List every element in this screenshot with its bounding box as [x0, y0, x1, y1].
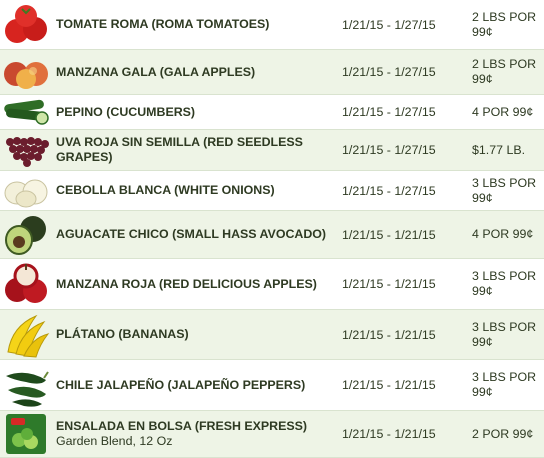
list-item: PLÁTANO (BANANAS) 1/21/15 - 1/21/15 3 LB…	[0, 310, 544, 360]
sale-dates: 1/21/15 - 1/27/15	[342, 183, 436, 198]
product-description: Garden Blend, 12 Oz	[56, 434, 173, 448]
onion-icon	[0, 171, 52, 210]
sale-price: 3 LBS POR 99¢	[472, 175, 537, 205]
banana-icon	[0, 310, 52, 359]
product-name: PEPINO (CUCUMBERS)	[56, 104, 196, 119]
sale-price: $1.77 LB.	[472, 142, 526, 157]
sale-price: 2 POR 99¢	[472, 426, 534, 441]
sale-price: 4 POR 99¢	[472, 227, 534, 241]
sale-price: 3 LBS POR 99¢	[472, 370, 537, 399]
jalapeno-icon	[0, 360, 52, 410]
product-name: TOMATE ROMA (ROMA TOMATOES)	[56, 17, 270, 31]
sale-price: 3 LBS POR 99¢	[472, 269, 537, 298]
list-item: CEBOLLA BLANCA (WHITE ONIONS) 1/21/15 - …	[0, 171, 544, 211]
product-name: CHILE JALAPEÑO (JALAPEÑO PEPPERS)	[56, 377, 306, 392]
tomato-icon	[0, 0, 52, 49]
grapes-icon	[0, 130, 52, 170]
list-item: MANZANA GALA (GALA APPLES) 1/21/15 - 1/2…	[0, 50, 544, 95]
sale-dates: 1/21/15 - 1/21/15	[342, 227, 436, 242]
product-name: PLÁTANO (BANANAS)	[56, 327, 189, 341]
sale-dates: 1/21/15 - 1/27/15	[342, 65, 436, 79]
product-title: ENSALADA EN BOLSA (FRESH EXPRESS)	[56, 419, 308, 433]
sale-dates: 1/21/15 - 1/21/15	[342, 327, 436, 342]
list-item: ENSALADA EN BOLSA (FRESH EXPRESS) Garden…	[0, 411, 544, 458]
sale-dates: 1/21/15 - 1/27/15	[342, 17, 436, 32]
sale-dates: 1/21/15 - 1/21/15	[342, 277, 436, 291]
sale-dates: 1/21/15 - 1/27/15	[342, 105, 436, 119]
sale-price: 2 LBS POR 99¢	[472, 57, 537, 86]
avocado-icon	[0, 211, 52, 258]
product-name: AGUACATE CHICO (SMALL HASS AVOCADO)	[56, 227, 327, 241]
sale-dates: 1/21/15 - 1/21/15	[342, 378, 436, 392]
salad-bag-icon	[0, 411, 52, 457]
sale-dates: 1/21/15 - 1/21/15	[342, 427, 436, 441]
list-item: UVA ROJA SIN SEMILLA (RED SEEDLESS GRAPE…	[0, 130, 544, 171]
product-name: UVA ROJA SIN SEMILLA (RED SEEDLESS GRAPE…	[56, 135, 303, 164]
list-item: MANZANA ROJA (RED DELICIOUS APPLES) 1/21…	[0, 259, 544, 310]
list-item: AGUACATE CHICO (SMALL HASS AVOCADO) 1/21…	[0, 211, 544, 259]
sale-price: 2 LBS POR 99¢	[472, 9, 537, 39]
list-item: PEPINO (CUCUMBERS) 1/21/15 - 1/27/15 4 P…	[0, 95, 544, 130]
sale-dates: 1/21/15 - 1/27/15	[342, 143, 436, 157]
product-list: TOMATE ROMA (ROMA TOMATOES) 1/21/15 - 1/…	[0, 0, 544, 458]
product-name: CEBOLLA BLANCA (WHITE ONIONS)	[56, 183, 275, 197]
list-item: CHILE JALAPEÑO (JALAPEÑO PEPPERS) 1/21/1…	[0, 360, 544, 411]
sale-price: 4 POR 99¢	[472, 104, 534, 119]
sale-price: 3 LBS POR 99¢	[472, 319, 537, 349]
product-name: MANZANA GALA (GALA APPLES)	[56, 64, 256, 79]
cucumber-icon	[0, 95, 52, 129]
red-apple-icon	[0, 259, 52, 309]
list-item: TOMATE ROMA (ROMA TOMATOES) 1/21/15 - 1/…	[0, 0, 544, 50]
product-name: ENSALADA EN BOLSA (FRESH EXPRESS) Garden…	[52, 419, 338, 449]
product-name: MANZANA ROJA (RED DELICIOUS APPLES)	[56, 276, 317, 291]
gala-apple-icon	[0, 50, 52, 94]
